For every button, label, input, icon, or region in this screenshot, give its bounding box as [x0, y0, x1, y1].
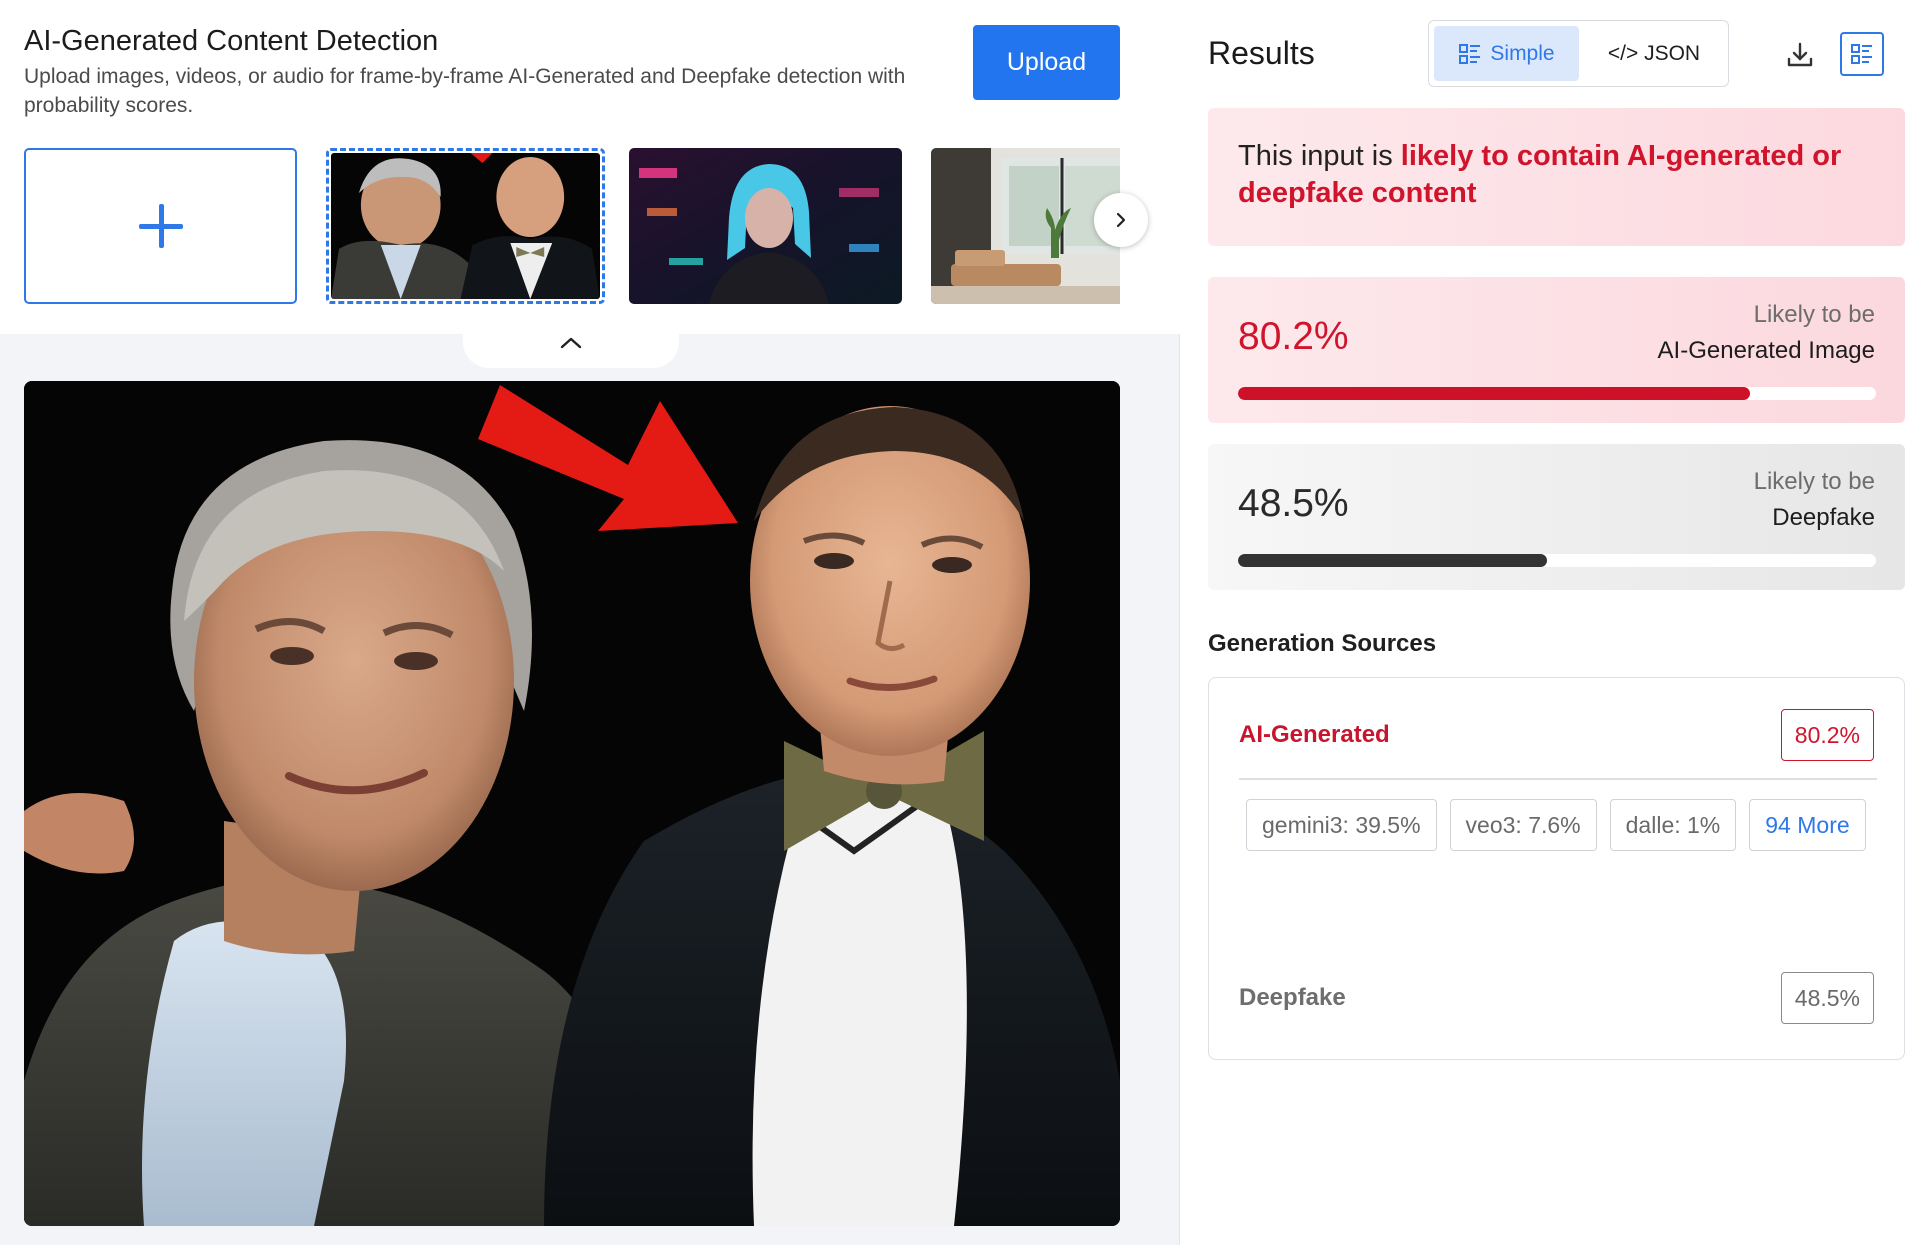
results-title: Results: [1208, 35, 1315, 71]
thumbnail-strip: [24, 148, 1120, 308]
sources-divider: [1239, 778, 1877, 780]
deepfake-progress-fill: [1238, 554, 1548, 567]
source-chips: gemini3: 39.5% veo3: 7.6% dalle: 1% 94 M…: [1246, 799, 1866, 851]
upload-area: AI-Generated Content Detection Upload im…: [0, 0, 1180, 334]
two-men-photo: [24, 381, 1120, 1226]
thumbnail-living-room[interactable]: [931, 148, 1120, 304]
left-panel: AI-Generated Content Detection Upload im…: [0, 0, 1180, 1245]
deepfake-kicker: Likely to be: [1753, 468, 1875, 495]
ai-generated-kicker: Likely to be: [1753, 301, 1875, 328]
page-subtitle: Upload images, videos, or audio for fram…: [24, 65, 906, 117]
collapse-gallery-button[interactable]: [463, 318, 679, 368]
ai-generated-progress-fill: [1238, 387, 1750, 400]
chevron-right-icon: [1116, 212, 1126, 228]
download-button[interactable]: [1779, 34, 1821, 76]
ai-generated-source-badge: 80.2%: [1780, 709, 1874, 761]
ai-generated-percent: 80.2%: [1238, 315, 1349, 358]
list-view-icon: [1851, 44, 1872, 64]
ai-generated-label: AI-Generated Image: [1657, 337, 1875, 364]
results-panel: Results Simple </> JSON This input is li…: [1181, 0, 1927, 1245]
two-men-thumbnail-image: [331, 153, 600, 299]
add-media-tile[interactable]: [24, 148, 297, 304]
layout-view-button[interactable]: [1840, 32, 1884, 76]
main-preview-image: [24, 381, 1120, 1226]
plus-icon: [138, 204, 183, 248]
generation-sources-title: Generation Sources: [1208, 630, 1437, 657]
thumbnail-cyberpunk-woman[interactable]: [629, 148, 902, 304]
source-chip: gemini3: 39.5%: [1246, 799, 1437, 851]
source-chip: veo3: 7.6%: [1449, 799, 1597, 851]
living-room-thumbnail-image: [931, 148, 1120, 304]
deepfake-source-label: Deepfake: [1239, 984, 1346, 1011]
chevron-up-icon: [560, 337, 582, 349]
download-icon: [1787, 42, 1813, 67]
json-view-label: </> JSON: [1607, 41, 1701, 65]
deepfake-label: Deepfake: [1772, 504, 1875, 531]
upload-button[interactable]: Upload: [973, 25, 1120, 100]
deepfake-source-badge: 48.5%: [1780, 972, 1874, 1024]
list-view-icon: [1459, 43, 1481, 64]
simple-view-label: Simple: [1490, 41, 1555, 65]
cyberpunk-thumbnail-image: [629, 148, 902, 304]
simple-view-tab[interactable]: Simple: [1434, 26, 1579, 81]
deepfake-progress-track: [1238, 554, 1876, 567]
more-sources-button[interactable]: 94 More: [1749, 799, 1866, 851]
thumbnail-two-men-photo[interactable]: [326, 148, 605, 304]
generation-sources-card: AI-Generated 80.2% gemini3: 39.5% veo3: …: [1208, 677, 1905, 1060]
ai-generated-source-label: AI-Generated: [1239, 721, 1390, 748]
ai-generated-progress-track: [1238, 387, 1876, 400]
page-title: AI-Generated Content Detection: [24, 25, 439, 57]
source-chip: dalle: 1%: [1609, 799, 1737, 851]
json-view-tab[interactable]: </> JSON: [1584, 26, 1724, 81]
deepfake-score-card: 48.5% Likely to be Deepfake: [1208, 444, 1905, 590]
ai-generated-score-card: 80.2% Likely to be AI-Generated Image: [1208, 277, 1905, 423]
verdict-banner: This input is likely to contain AI-gener…: [1208, 108, 1905, 246]
deepfake-percent: 48.5%: [1238, 482, 1349, 525]
gallery-next-button[interactable]: [1094, 193, 1148, 247]
view-toggle: Simple </> JSON: [1428, 20, 1729, 87]
verdict-prefix: This input is: [1238, 140, 1401, 172]
